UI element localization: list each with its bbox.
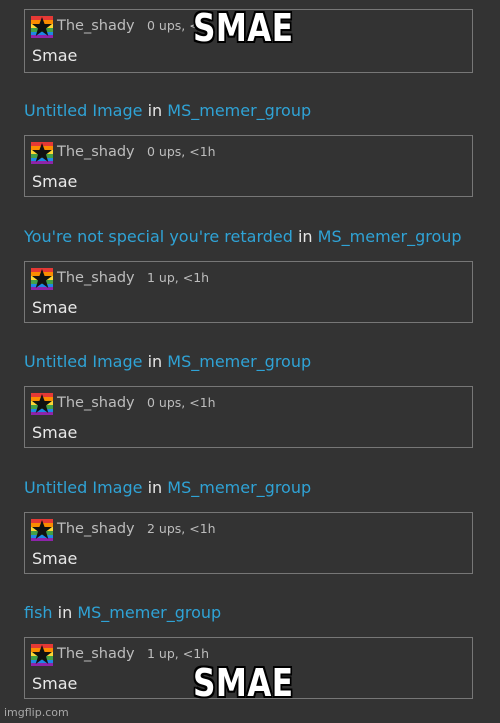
in-label: in <box>147 101 163 120</box>
post-title-row: Untitled Image in MS_memer_group <box>24 101 311 121</box>
meme-feed: The_shady 0 ups, < Smae Untitled Image i… <box>0 0 500 723</box>
group-link[interactable]: MS_memer_group <box>167 352 311 371</box>
comment-card: The_shady 0 ups, <1h Smae <box>24 135 473 197</box>
bottom-meme-caption: SMAE <box>193 661 294 705</box>
rainbow-star-avatar-icon[interactable] <box>31 268 53 290</box>
rainbow-star-avatar-icon[interactable] <box>31 519 53 541</box>
comment-meta: 2 ups, <1h <box>147 521 216 536</box>
comment-card: The_shady 2 ups, <1h Smae <box>24 512 473 574</box>
comment-username[interactable]: The_shady <box>57 395 135 411</box>
comment-username[interactable]: The_shady <box>57 270 135 286</box>
comment-meta: 0 ups, <1h <box>147 395 216 410</box>
imgflip-watermark: imgflip.com <box>4 706 69 719</box>
comment-meta: 0 ups, < <box>147 18 200 33</box>
comment-text: Smae <box>32 46 78 65</box>
post-title-row: fish in MS_memer_group <box>24 603 221 623</box>
post-title-row: Untitled Image in MS_memer_group <box>24 478 311 498</box>
rainbow-star-avatar-icon[interactable] <box>31 142 53 164</box>
group-link[interactable]: MS_memer_group <box>167 478 311 497</box>
post-title-link[interactable]: Untitled Image <box>24 352 142 371</box>
rainbow-star-avatar-icon[interactable] <box>31 16 53 38</box>
comment-meta: 1 up, <1h <box>147 270 210 285</box>
comment-username[interactable]: The_shady <box>57 144 135 160</box>
comment-card: The_shady 0 ups, <1h Smae <box>24 386 473 448</box>
comment-text: Smae <box>32 298 78 317</box>
rainbow-star-avatar-icon[interactable] <box>31 644 53 666</box>
in-label: in <box>57 603 73 622</box>
comment-text: Smae <box>32 172 78 191</box>
comment-text: Smae <box>32 423 78 442</box>
post-title-row: Untitled Image in MS_memer_group <box>24 352 311 372</box>
post-title-link[interactable]: Untitled Image <box>24 478 142 497</box>
post-title-link[interactable]: You're not special you're retarded <box>24 227 293 246</box>
comment-card: The_shady 1 up, <1h Smae <box>24 261 473 323</box>
group-link[interactable]: MS_memer_group <box>167 101 311 120</box>
comment-username[interactable]: The_shady <box>57 646 135 662</box>
post-title-link[interactable]: Untitled Image <box>24 101 142 120</box>
comment-meta: 0 ups, <1h <box>147 144 216 159</box>
top-meme-caption: SMAE <box>193 6 294 50</box>
post-title-link[interactable]: fish <box>24 603 53 622</box>
comment-meta: 1 up, <1h <box>147 646 210 661</box>
post-title-row: You're not special you're retarded in MS… <box>24 227 462 247</box>
comment-username[interactable]: The_shady <box>57 18 135 34</box>
in-label: in <box>297 227 313 246</box>
group-link[interactable]: MS_memer_group <box>318 227 462 246</box>
comment-username[interactable]: The_shady <box>57 521 135 537</box>
comment-text: Smae <box>32 674 78 693</box>
comment-text: Smae <box>32 549 78 568</box>
group-link[interactable]: MS_memer_group <box>77 603 221 622</box>
in-label: in <box>147 478 163 497</box>
in-label: in <box>147 352 163 371</box>
rainbow-star-avatar-icon[interactable] <box>31 393 53 415</box>
